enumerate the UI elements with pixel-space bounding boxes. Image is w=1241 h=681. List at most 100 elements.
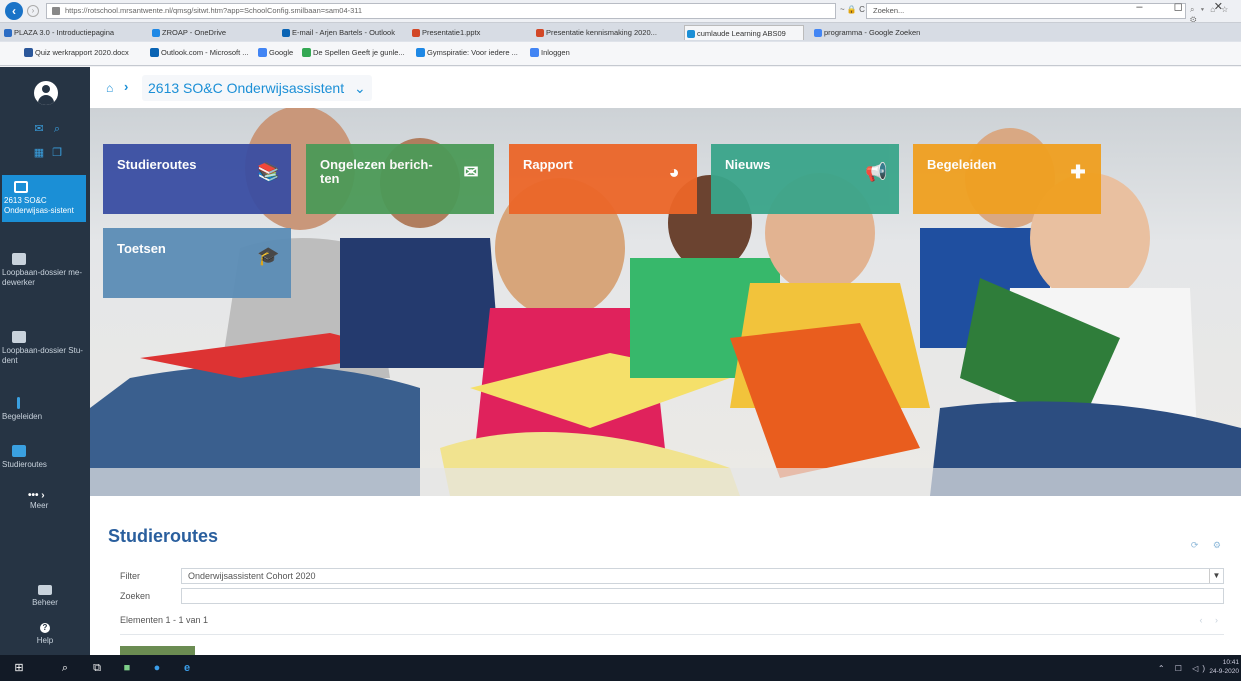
tile-begeleiden[interactable]: Begeleiden ✚ bbox=[913, 144, 1101, 214]
favorite-link[interactable]: Google bbox=[258, 48, 293, 57]
favorite-link[interactable]: Gymspiratie: Voor iedere ... bbox=[416, 48, 518, 57]
copy-icon[interactable]: ❐ bbox=[50, 147, 64, 159]
browser-tab[interactable]: Presentatie1.pptx bbox=[410, 25, 520, 40]
sidebar-item-studieroutes[interactable]: Studieroutes bbox=[0, 445, 90, 470]
sidebar-item-loopbaandossier-medewerker[interactable]: Loopbaan-dossier me-dewerker bbox=[0, 253, 90, 288]
tile-nieuws[interactable]: Nieuws 📢 bbox=[711, 144, 899, 214]
calendar-icon bbox=[12, 253, 26, 265]
tab-strip: PLAZA 3.0 - Introductiepagina ZROAP - On… bbox=[0, 22, 1241, 41]
search-icon[interactable]: ⌕ bbox=[50, 123, 64, 135]
avatar-head bbox=[42, 85, 50, 93]
filter-label: Filter bbox=[120, 571, 140, 581]
keyboard-icon bbox=[38, 585, 52, 595]
section-title: Studieroutes bbox=[108, 526, 219, 546]
calendar-icon[interactable]: ▦ bbox=[32, 147, 46, 159]
edge-icon[interactable]: ● bbox=[150, 662, 164, 675]
tile-ongelezen-berichten[interactable]: Ongelezen berich-ten ✉ bbox=[306, 144, 494, 214]
favorite-icon bbox=[416, 48, 425, 57]
tab-favicon-icon bbox=[412, 29, 420, 37]
browser-tab[interactable]: Presentatie kennismaking 2020... bbox=[534, 25, 682, 40]
favorite-icon bbox=[302, 48, 311, 57]
favorites-bar: Quiz werkrapport 2020.docx Outlook.com -… bbox=[0, 42, 1241, 66]
browser-tab[interactable]: ZROAP - OneDrive bbox=[150, 25, 260, 40]
calendar-icon bbox=[12, 331, 26, 343]
tile-toetsen[interactable]: Toetsen 🎓 bbox=[103, 228, 291, 298]
browser-tab-active[interactable]: cumlaude Learning ABS09 bbox=[684, 25, 804, 40]
favorite-link[interactable]: Outlook.com - Microsoft ... bbox=[150, 48, 249, 57]
divider bbox=[120, 634, 1224, 635]
browser-tab[interactable]: E-mail - Arjen Bartels - Outlook bbox=[280, 25, 405, 40]
mail-icon[interactable]: ✉ bbox=[32, 123, 46, 135]
tab-favicon-icon bbox=[282, 29, 290, 37]
user-avatar[interactable] bbox=[34, 81, 58, 105]
clock[interactable]: 10:41 24-9-2020 bbox=[1209, 658, 1239, 676]
browser-tab[interactable]: programma - Google Zoeken bbox=[812, 25, 927, 40]
tile-studieroutes[interactable]: Studieroutes 📚 bbox=[103, 144, 291, 214]
megaphone-icon: 📢 bbox=[865, 162, 888, 182]
signpost-icon bbox=[17, 397, 20, 409]
windows-taskbar: ⊞ ⌕ ⧉ ■ ● e ⌃ ☐ ◁) 10:41 24-9-2020 bbox=[0, 655, 1241, 681]
favorite-icon bbox=[530, 48, 539, 57]
mail-icon: ✉ bbox=[463, 162, 479, 182]
home-icon[interactable]: ⌂ bbox=[106, 81, 113, 95]
back-button[interactable]: ‹ bbox=[5, 2, 23, 20]
hero-banner: Studieroutes 📚 Ongelezen berich-ten ✉ Ra… bbox=[90, 108, 1241, 496]
url-text: https://rotschool.mrsantwente.nl/qmsg/si… bbox=[65, 6, 363, 15]
tile-rapport[interactable]: Rapport ◕ bbox=[509, 144, 697, 214]
favorite-link[interactable]: De Spellen Geeft je gunle... bbox=[302, 48, 405, 57]
app-sidebar: ✉ ⌕ ▦ ❐ 2613 SO&C Onderwijsas-sistent Lo… bbox=[0, 67, 90, 655]
windows-start-icon[interactable]: ⊞ bbox=[12, 662, 26, 675]
breadcrumb-separator: › bbox=[124, 79, 129, 94]
more-icon: ••• › bbox=[28, 490, 45, 501]
pie-chart-icon: ◕ bbox=[668, 162, 680, 182]
sidebar-item-course[interactable]: 2613 SO&C Onderwijsas-sistent bbox=[2, 175, 86, 222]
favorite-icon bbox=[258, 48, 267, 57]
grid-icon bbox=[14, 181, 28, 193]
store-icon[interactable]: ■ bbox=[120, 662, 134, 675]
favorite-icon bbox=[24, 48, 33, 57]
books-icon bbox=[12, 445, 26, 457]
help-icon: ? bbox=[40, 623, 50, 633]
sidebar-item-meer[interactable]: ••• › Meer bbox=[0, 491, 90, 511]
favorite-link[interactable]: Quiz werkrapport 2020.docx bbox=[24, 48, 129, 57]
element-count: Elementen 1 - 1 van 1 bbox=[120, 615, 209, 625]
browser-chrome: ‹ › https://rotschool.mrsantwente.nl/qms… bbox=[0, 0, 1241, 66]
lock-icon bbox=[52, 7, 60, 15]
address-row: ‹ › https://rotschool.mrsantwente.nl/qms… bbox=[0, 0, 1241, 24]
sidebar-item-help[interactable]: ? Help bbox=[0, 623, 90, 646]
system-tray[interactable]: ⌃ ☐ ◁) bbox=[1158, 664, 1209, 673]
tab-favicon-icon bbox=[152, 29, 160, 37]
search-input[interactable] bbox=[181, 588, 1224, 604]
favorite-icon bbox=[150, 48, 159, 57]
favorite-link[interactable]: Inloggen bbox=[530, 48, 570, 57]
internet-explorer-icon[interactable]: e bbox=[180, 662, 194, 675]
address-tools[interactable]: ~ 🔒 C bbox=[840, 5, 865, 14]
chevron-down-icon: ⌄ bbox=[353, 80, 366, 96]
search-label: Zoeken bbox=[120, 591, 151, 601]
pagination[interactable]: ‹ › bbox=[1200, 615, 1224, 625]
sidebar-item-loopbaandossier-student[interactable]: Loopbaan-dossier Stu-dent bbox=[0, 331, 90, 366]
forward-button[interactable]: › bbox=[27, 5, 39, 17]
signpost-icon: ✚ bbox=[1070, 162, 1086, 182]
tab-favicon-icon bbox=[4, 29, 12, 37]
window-controls[interactable]: – ◻ ✕ bbox=[1136, 0, 1237, 13]
studieroute-thumbnail[interactable] bbox=[120, 646, 195, 655]
course-selector[interactable]: 2613 SO&C Onderwijsassistent ⌄ bbox=[142, 75, 372, 101]
avatar-body bbox=[38, 95, 54, 105]
sidebar-item-beheer[interactable]: Beheer bbox=[0, 585, 90, 608]
main-area: ⌂ › 2613 SO&C Onderwijsassistent ⌄ Studi… bbox=[90, 67, 1241, 655]
address-bar[interactable]: https://rotschool.mrsantwente.nl/qmsg/si… bbox=[46, 3, 836, 19]
graduation-cap-icon: 🎓 bbox=[257, 246, 280, 266]
tab-favicon-icon bbox=[536, 29, 544, 37]
tab-favicon-icon bbox=[687, 30, 695, 38]
task-view-icon[interactable]: ⧉ bbox=[90, 662, 104, 675]
browser-tab[interactable]: PLAZA 3.0 - Introductiepagina bbox=[2, 25, 142, 40]
panel-tools[interactable]: ⟳ ⚙ bbox=[1191, 540, 1227, 551]
tab-favicon-icon bbox=[814, 29, 822, 37]
search-icon[interactable]: ⌕ bbox=[58, 662, 72, 675]
books-icon: 📚 bbox=[257, 162, 280, 182]
studieroutes-panel: Studieroutes ⟳ ⚙ Filter Onderwijsassiste… bbox=[90, 496, 1241, 655]
filter-select[interactable]: Onderwijsassistent Cohort 2020 ▼ bbox=[181, 568, 1224, 584]
chevron-down-icon: ▼ bbox=[1209, 569, 1223, 583]
sidebar-item-begeleiden[interactable]: Begeleiden bbox=[0, 397, 90, 422]
